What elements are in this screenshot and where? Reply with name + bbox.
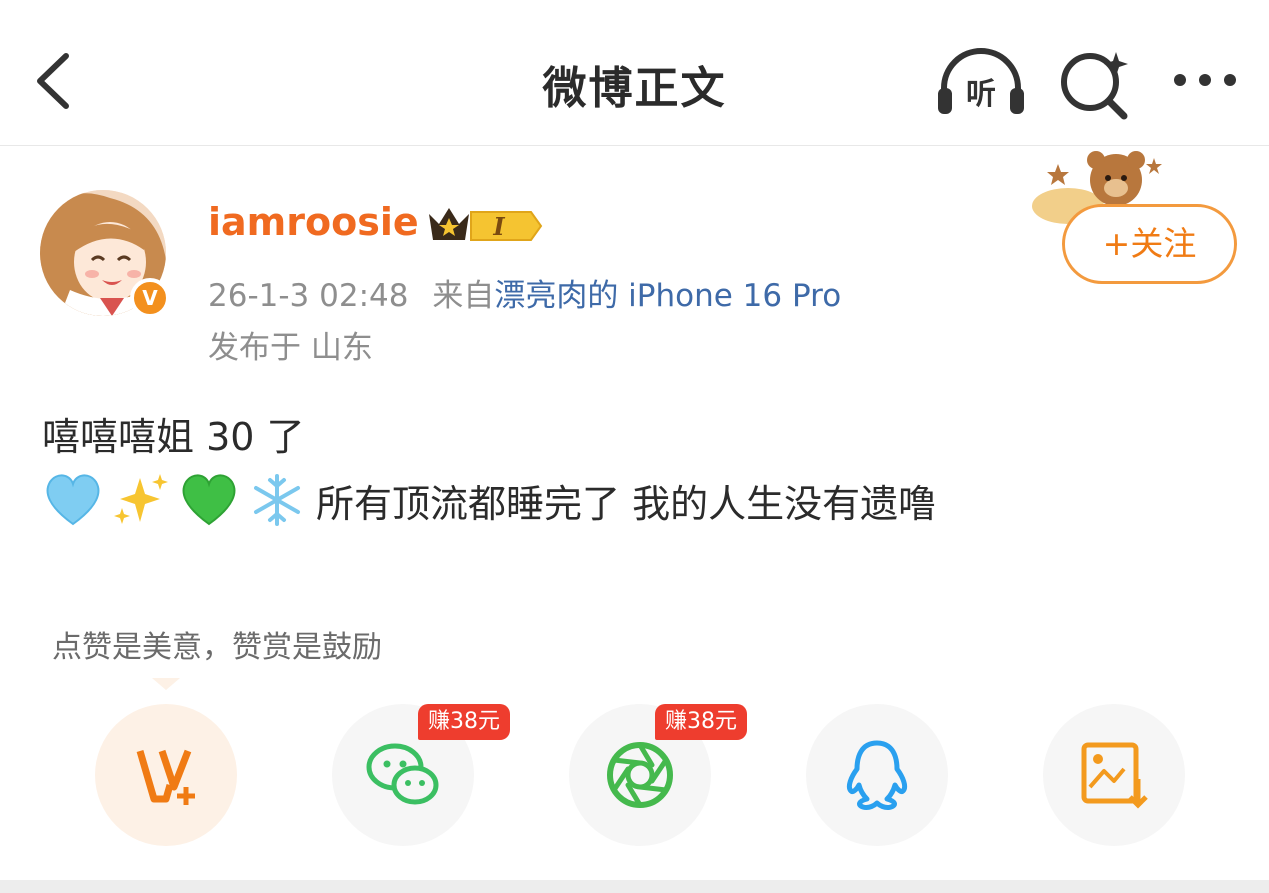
post-text-line2: 所有顶流都睡完了 我的人生没有遗噜 [42,472,936,528]
qq-icon [846,740,908,810]
device-link[interactable]: 漂亮肉的 iPhone 16 Pro [494,278,841,314]
top-nav-bar: 微博正文 听 [0,0,1269,146]
crown-icon: I [429,208,543,241]
earn-badge: 赚38元 [418,704,510,740]
source-prefix: 来自 [432,278,495,314]
earn-badge: 赚38元 [655,704,747,740]
search-sparkle-icon [1061,52,1128,120]
bottom-divider [0,880,1269,893]
post-text-line2-content: 所有顶流都睡完了 我的人生没有遗噜 [316,481,937,526]
share-qq-button[interactable] [806,704,948,846]
listen-button[interactable]: 听 [936,44,1026,124]
weibo-vplus-icon [136,749,195,805]
reward-tip: 点赞是美意，赞赏是鼓励 [52,630,382,665]
post-meta: 26-1-3 02:48 来自漂亮肉的 iPhone 16 Pro [208,270,841,315]
post-timestamp: 26-1-3 02:48 [208,278,409,314]
more-dots-icon [1174,74,1236,86]
author-username[interactable]: iamroosie [208,200,419,244]
moments-icon [607,742,673,808]
vip-level-badge[interactable]: I [425,204,543,248]
post-text-line1: 嘻嘻嘻姐 30 了 [42,415,305,459]
search-button[interactable] [1052,44,1142,124]
post-location: 发布于 山东 [208,330,373,366]
verified-badge-icon: V [130,278,170,318]
save-image-button[interactable] [1043,704,1185,846]
listen-label: 听 [966,77,996,112]
sparkles-icon [110,472,172,528]
tip-arrow [152,678,180,690]
green-heart-icon [178,472,240,528]
vip-level-text: I [492,212,505,241]
more-button[interactable] [1162,44,1252,124]
light-blue-heart-icon [42,472,104,528]
snowflake-icon [246,472,308,528]
wechat-icon [366,743,439,805]
follow-button[interactable]: +关注 [1062,204,1237,284]
headphones-icon: 听 [938,48,1024,114]
save-image-icon [1081,742,1148,809]
share-weibo-button[interactable] [95,704,237,846]
